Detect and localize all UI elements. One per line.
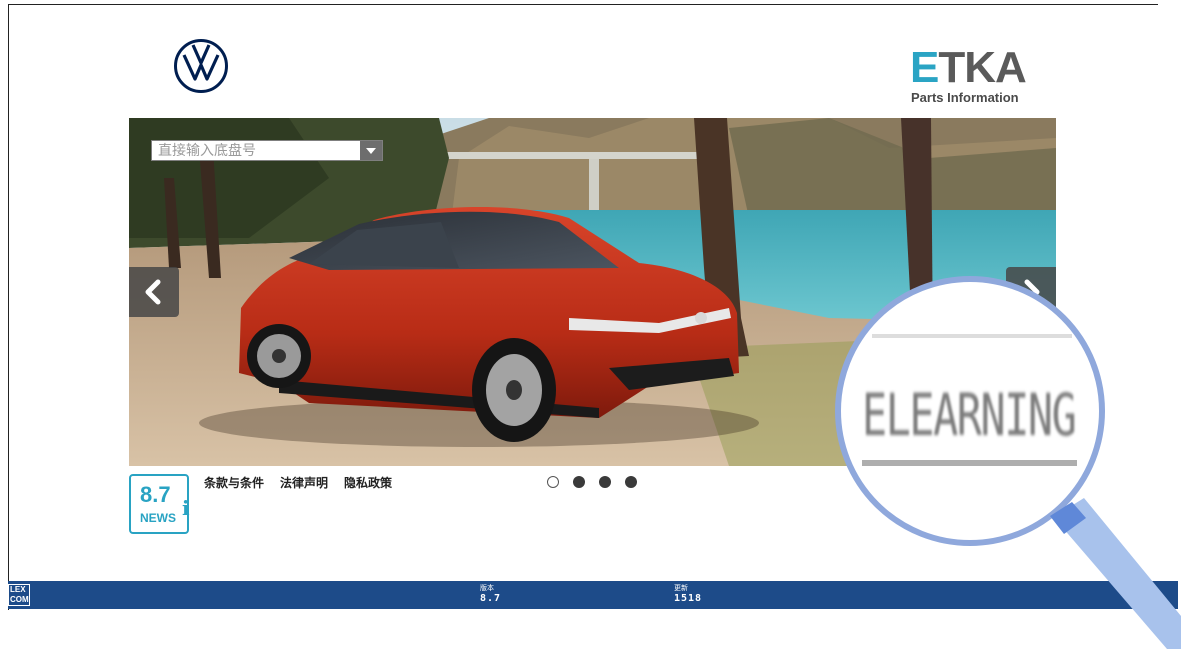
lexcom-logo: LEX COM bbox=[8, 584, 30, 606]
lexcom-logo-top: LEX bbox=[10, 585, 26, 594]
vw-logo-icon bbox=[174, 39, 228, 93]
chevron-left-icon bbox=[145, 279, 161, 305]
version-value: 8.7 bbox=[480, 593, 502, 604]
carousel-next-button[interactable] bbox=[1006, 267, 1056, 317]
lexcom-logo-bottom: COM bbox=[10, 595, 29, 604]
carousel-dot-1[interactable] bbox=[547, 476, 559, 488]
update-field: 更新 1518 bbox=[674, 584, 702, 605]
version-label: 版本 bbox=[480, 584, 494, 592]
news-version: 8.7 bbox=[140, 482, 171, 507]
version-field: 版本 8.7 bbox=[480, 584, 501, 605]
chassis-number-input[interactable] bbox=[152, 141, 360, 160]
update-label: 更新 bbox=[674, 584, 688, 592]
privacy-policy-link[interactable]: 隐私政策 bbox=[344, 474, 392, 491]
carousel-dot-2[interactable] bbox=[573, 476, 585, 488]
status-bar: LEX COM 版本 8.7 更新 1518 bbox=[8, 581, 1178, 609]
dropdown-arrow-icon[interactable] bbox=[360, 141, 382, 160]
etka-e-letter: E bbox=[910, 43, 939, 92]
chevron-right-icon bbox=[1024, 279, 1040, 305]
carousel-dot-3[interactable] bbox=[599, 476, 611, 488]
etka-rest-letters: TKA bbox=[938, 43, 1026, 92]
etka-subtitle: Parts Information bbox=[911, 90, 1019, 105]
update-value: 1518 bbox=[674, 593, 703, 604]
footer-links: 条款与条件 法律声明 隐私政策 bbox=[204, 474, 392, 491]
news-button[interactable]: 8.7 NEWS i bbox=[129, 474, 190, 534]
carousel-indicators bbox=[547, 476, 637, 488]
news-label: NEWS bbox=[140, 511, 176, 525]
etka-wordmark: ETKA bbox=[910, 46, 1027, 90]
carousel-dot-4[interactable] bbox=[625, 476, 637, 488]
info-icon: i bbox=[182, 496, 190, 520]
chassis-number-combobox[interactable] bbox=[151, 140, 383, 161]
elearning-link[interactable]: ELEARNING bbox=[862, 380, 1077, 450]
terms-link[interactable]: 条款与条件 bbox=[204, 474, 264, 491]
etka-logo: ETKA Parts Information bbox=[910, 46, 1050, 108]
legal-notice-link[interactable]: 法律声明 bbox=[280, 474, 328, 491]
carousel-prev-button[interactable] bbox=[129, 267, 179, 317]
